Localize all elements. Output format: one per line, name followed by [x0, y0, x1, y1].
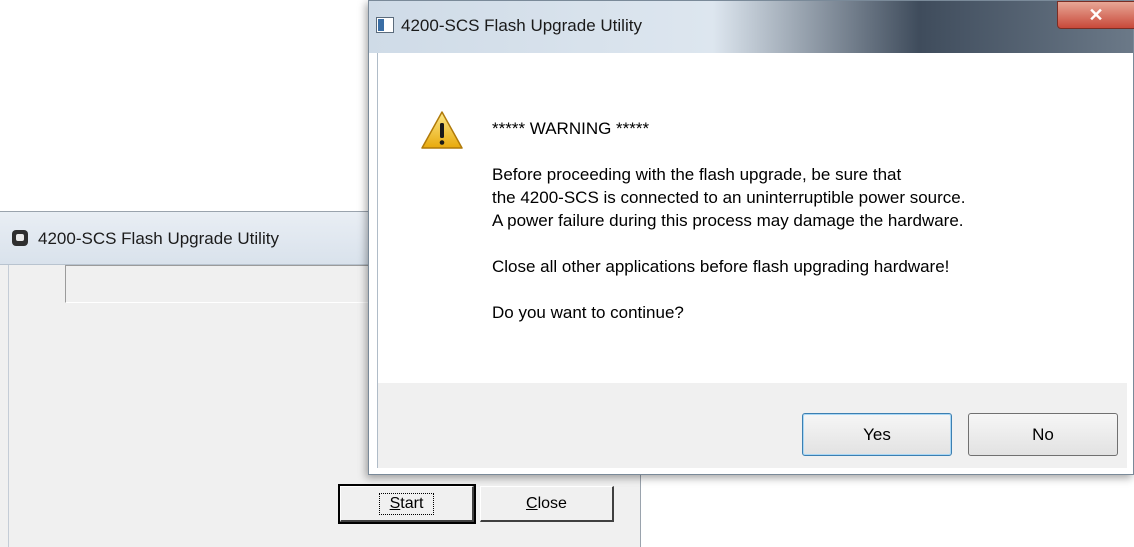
dialog-message: ***** WARNING ***** Before proceeding wi… — [492, 117, 965, 324]
dialog-titlebar[interactable]: 4200-SCS Flash Upgrade Utility ✕ — [369, 1, 1134, 53]
warning-icon — [421, 111, 463, 149]
dialog-close-button[interactable]: ✕ — [1057, 1, 1134, 29]
message-line: A power failure during this process may … — [492, 211, 964, 230]
close-icon: ✕ — [1088, 4, 1104, 25]
message-line: Before proceeding with the flash upgrade… — [492, 165, 902, 184]
warning-heading: ***** WARNING ***** — [492, 119, 650, 138]
dialog-title: 4200-SCS Flash Upgrade Utility — [401, 16, 642, 35]
yes-button[interactable]: Yes — [802, 413, 952, 456]
close-button[interactable]: Close — [480, 486, 614, 522]
upgrade-progress-bar — [65, 265, 375, 303]
dialog-button-bar: Yes No — [377, 383, 1127, 468]
warning-dialog: 4200-SCS Flash Upgrade Utility ✕ ***** W… — [368, 0, 1134, 475]
continue-question: Do you want to continue? — [492, 303, 684, 322]
message-line: Close all other applications before flas… — [492, 257, 950, 276]
no-button[interactable]: No — [968, 413, 1118, 456]
message-line: the 4200-SCS is connected to an uninterr… — [492, 188, 966, 207]
main-window-title: 4200-SCS Flash Upgrade Utility — [38, 229, 279, 248]
start-button[interactable]: Start — [338, 484, 476, 524]
app-icon — [12, 230, 28, 246]
close-button-label: Close — [526, 494, 567, 512]
start-button-label: Start — [378, 492, 435, 515]
dialog-body: ***** WARNING ***** Before proceeding wi… — [377, 53, 1127, 383]
window-icon — [376, 17, 394, 33]
